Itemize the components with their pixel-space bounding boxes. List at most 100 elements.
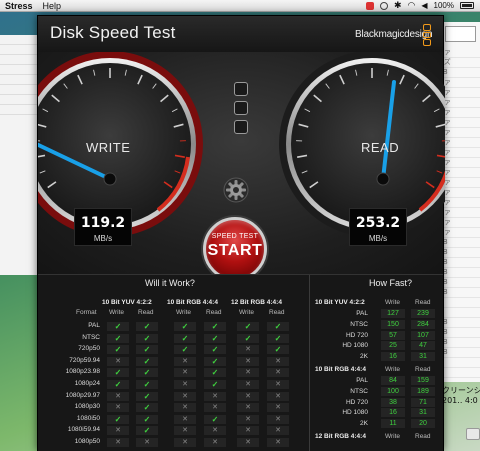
fail-cross-icon: ✕ <box>237 380 259 389</box>
pass-check-icon: ✓ <box>136 426 158 436</box>
pass-check-icon: ✓ <box>107 322 129 331</box>
format-row: 1080p30 ✕ ✓ ✕ ✕ ✕ ✕ <box>38 402 309 413</box>
pass-check-icon: ✓ <box>204 414 226 424</box>
fail-cross-icon: ✕ <box>107 391 129 401</box>
speed-format-label: NTSC <box>350 387 368 395</box>
pass-check-icon: ✓ <box>107 333 129 343</box>
results-panel: Will it Work? How Fast? 10 Bit YUV 4:2:2… <box>38 274 443 451</box>
fail-cross-icon: ✕ <box>204 403 226 413</box>
write-readout: 119.2 MB/s <box>74 208 132 246</box>
format-group-header: 10 Bit YUV 4:2:2 <box>102 299 152 306</box>
speed-format-label: HD 720 <box>345 331 368 339</box>
settings-gear-icon[interactable] <box>223 177 249 203</box>
pass-check-icon: ✓ <box>136 322 158 331</box>
format-row: 720p50 ✓ ✓ ✓ ✓ ✕ ✓ <box>38 344 309 355</box>
format-row: 720p59.94 ✕ ✓ ✕ ✓ ✕ ✕ <box>38 356 309 367</box>
wifi-icon[interactable]: ◠ <box>408 0 416 11</box>
title-bar[interactable]: Disk Speed Test Blackmagicdesign <box>38 16 443 52</box>
fail-cross-icon: ✕ <box>267 403 289 413</box>
time-machine-icon[interactable] <box>379 1 388 10</box>
read-column-header: Read <box>138 309 154 316</box>
speed-format-label: 2K <box>360 353 368 361</box>
speed-write-value: 84 <box>381 376 405 385</box>
format-column-header: Format <box>76 309 97 316</box>
pass-check-icon: ✓ <box>237 322 259 331</box>
start-speed-test-button[interactable]: SPEED TEST START <box>203 217 267 281</box>
speed-read-header: Read <box>415 433 431 440</box>
pass-check-icon: ✓ <box>107 345 129 355</box>
menu-app-name[interactable]: Stress <box>0 1 38 11</box>
speed-read-header: Read <box>415 366 431 373</box>
read-gauge-label: READ <box>361 140 400 155</box>
bluetooth-icon[interactable]: ✱ <box>394 0 402 11</box>
format-row: 1080i50 ✓ ✓ ✕ ✓ ✕ ✕ <box>38 414 309 425</box>
speed-group-header: 10 Bit YUV 4:2:2 <box>315 299 365 306</box>
file-size-button[interactable] <box>234 101 248 115</box>
speed-write-value: 100 <box>381 386 405 396</box>
speed-write-value: 127 <box>381 309 405 318</box>
fail-cross-icon: ✕ <box>174 438 196 447</box>
pass-check-icon: ✓ <box>174 322 196 331</box>
start-button-label: START <box>207 242 263 259</box>
fail-cross-icon: ✕ <box>107 426 129 436</box>
format-row: 1080i59.94 ✕ ✓ ✕ ✕ ✕ ✕ <box>38 425 309 436</box>
pass-check-icon: ✓ <box>204 333 226 343</box>
speed-write-value: 57 <box>381 330 405 340</box>
speed-write-value: 11 <box>381 419 405 429</box>
fail-cross-icon: ✕ <box>237 356 259 366</box>
read-needle-hub <box>376 172 390 186</box>
speed-write-value: 150 <box>381 319 405 329</box>
read-column-header: Read <box>269 309 285 316</box>
pass-check-icon: ✓ <box>136 380 158 389</box>
format-label: 1080i50 <box>76 414 100 422</box>
background-search-field[interactable] <box>445 26 476 42</box>
pass-check-icon: ✓ <box>136 391 158 401</box>
will-it-work-title: Will it Work? <box>145 278 195 288</box>
speed-read-value: 71 <box>411 397 435 407</box>
pass-check-icon: ✓ <box>237 333 259 343</box>
format-group-header: 10 Bit RGB 4:4:4 <box>167 299 218 306</box>
format-row: NTSC ✓ ✓ ✓ ✓ ✓ ✓ <box>38 333 309 344</box>
fail-cross-icon: ✕ <box>237 438 259 447</box>
write-column-header: Write <box>176 309 192 316</box>
speed-write-header: Write <box>385 299 401 306</box>
battery-icon[interactable] <box>460 2 474 9</box>
write-needle-hub <box>103 172 117 186</box>
target-drive-button[interactable] <box>234 82 248 96</box>
speed-format-label: PAL <box>356 310 368 317</box>
speed-read-value: 239 <box>411 309 435 318</box>
battery-percent: 100% <box>433 1 454 10</box>
format-row: 1080p24 ✓ ✓ ✕ ✓ ✕ ✕ <box>38 379 309 390</box>
read-speed-value: 253.2 <box>355 215 401 231</box>
volume-icon[interactable]: ◀ <box>421 1 427 10</box>
speed-read-value: 31 <box>411 352 435 362</box>
speed-read-value: 107 <box>411 330 435 340</box>
pass-check-icon: ✓ <box>267 322 289 331</box>
stress-button[interactable] <box>234 120 248 134</box>
speed-read-value: 189 <box>411 386 435 396</box>
app-tray-icon[interactable] <box>365 1 374 10</box>
fail-cross-icon: ✕ <box>174 426 196 436</box>
speed-read-value: 47 <box>411 341 435 351</box>
speed-format-label: PAL <box>356 377 368 384</box>
pass-check-icon: ✓ <box>204 368 226 378</box>
read-readout: 253.2 MB/s <box>349 208 407 246</box>
start-button-caption: SPEED TEST <box>211 233 259 240</box>
speed-format-label: HD 720 <box>345 398 368 406</box>
pass-check-icon: ✓ <box>136 368 158 378</box>
pass-check-icon: ✓ <box>136 345 158 355</box>
menu-help[interactable]: Help <box>38 1 67 11</box>
format-label: 1080p24 <box>74 380 100 387</box>
speed-read-value: 284 <box>411 319 435 329</box>
speed-read-value: 159 <box>411 376 435 385</box>
fail-cross-icon: ✕ <box>237 426 259 436</box>
fail-cross-icon: ✕ <box>267 380 289 389</box>
desktop-file-caption: クリーンシ 201.. 4:0 <box>442 386 480 405</box>
write-column-header: Write <box>109 309 125 316</box>
pass-check-icon: ✓ <box>136 356 158 366</box>
speed-write-value: 25 <box>381 341 405 351</box>
brand-name: Blackmagicdesign <box>355 29 433 40</box>
fail-cross-icon: ✕ <box>204 391 226 401</box>
speed-write-header: Write <box>385 433 401 440</box>
desktop-file-icon[interactable] <box>466 428 480 440</box>
